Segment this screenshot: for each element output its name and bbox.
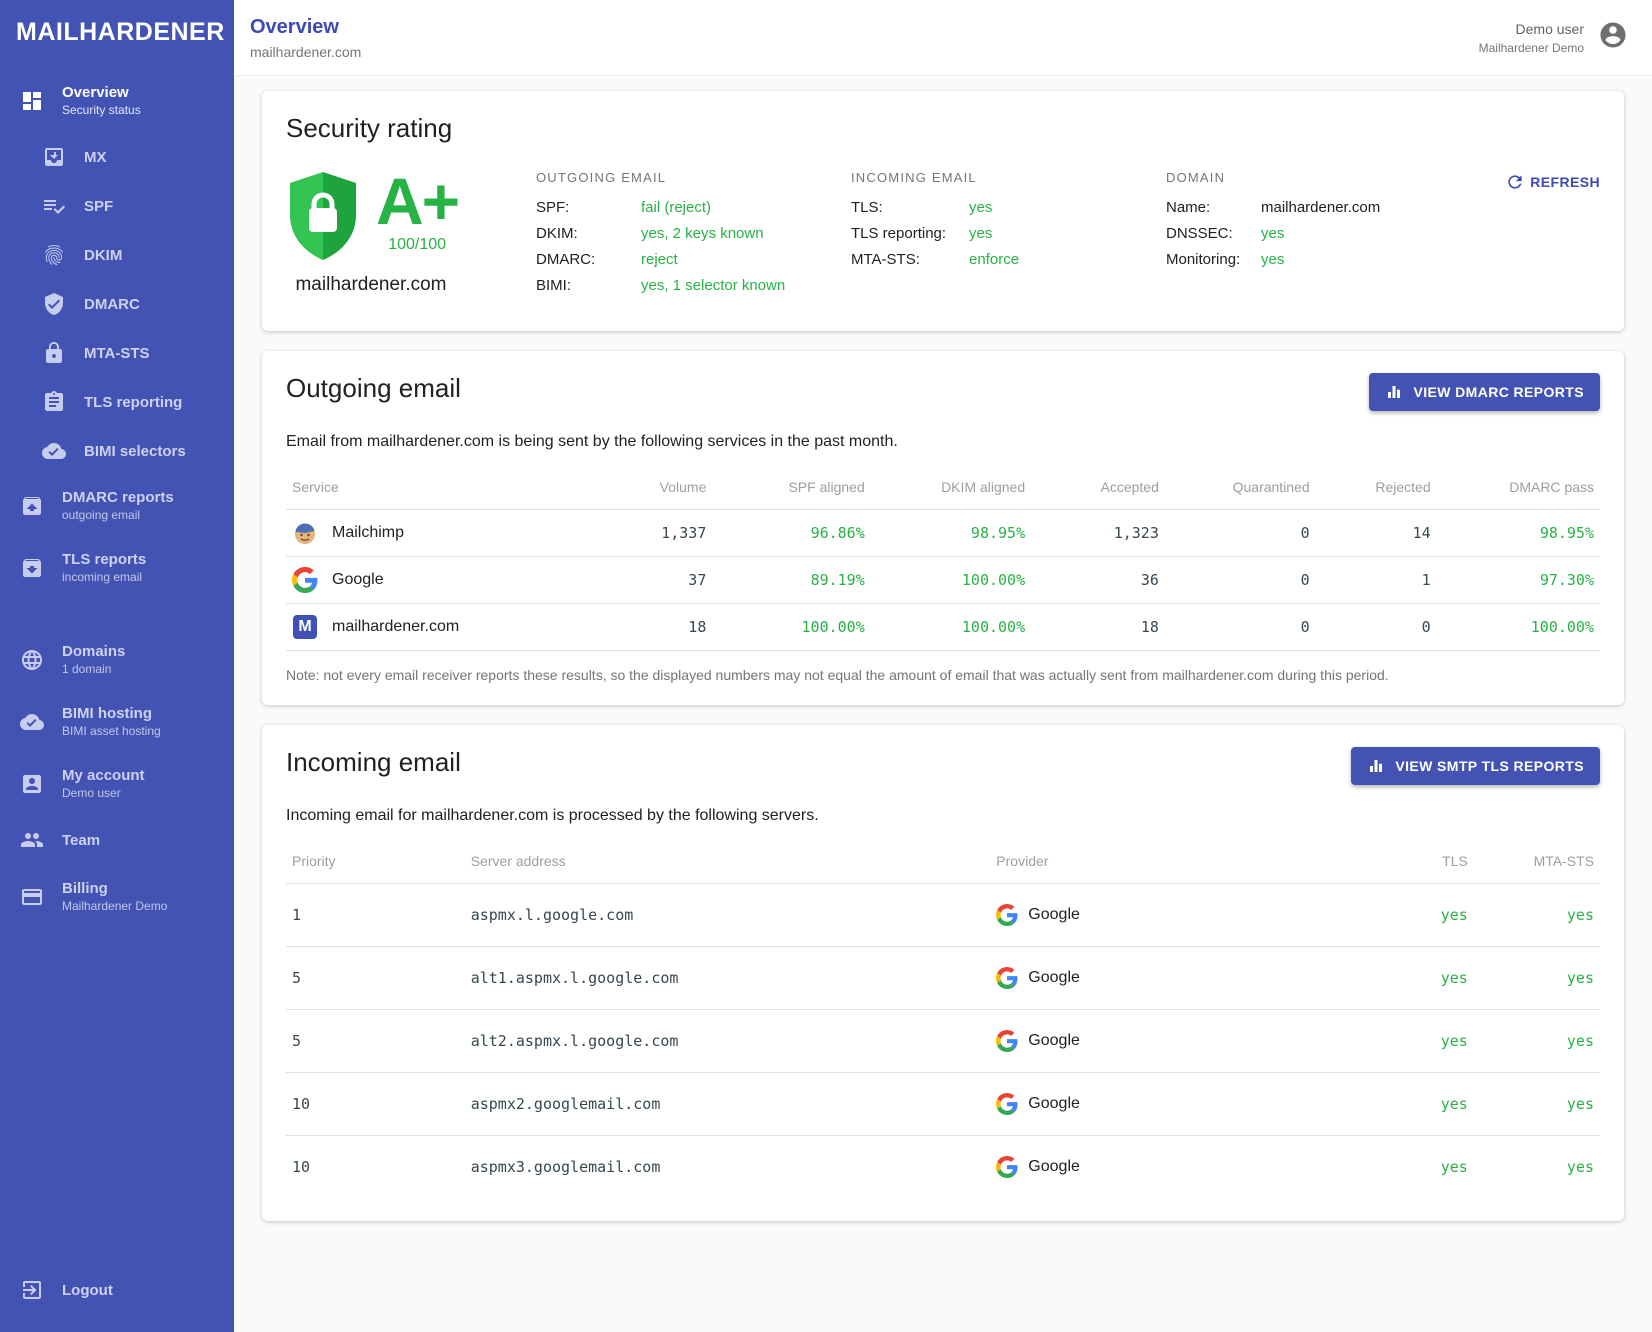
account-name: Mailhardener Demo: [1479, 40, 1584, 56]
google-icon: [996, 1156, 1018, 1178]
dnssec-status: yes: [1261, 225, 1284, 242]
dkim-status: yes, 2 keys known: [641, 225, 764, 242]
globe-icon: [20, 648, 44, 672]
security-rating-title: Security rating: [286, 113, 1600, 144]
domain-name: mailhardener.com: [1261, 199, 1380, 216]
sidebar-item-bimi-hosting[interactable]: BIMI hostingBIMI asset hosting: [0, 694, 234, 749]
sidebar-item-mta-sts[interactable]: MTA-STS: [0, 331, 234, 375]
shield-lock-icon: [286, 170, 360, 262]
security-rating-card: Security rating A+ 100/100: [262, 91, 1624, 331]
rating-domain: mailhardener.com: [286, 274, 456, 296]
sidebar-item-my-account[interactable]: My accountDemo user: [0, 756, 234, 811]
sidebar-item-logout[interactable]: Logout: [0, 1268, 234, 1312]
outgoing-header-row: Service Volume SPF aligned DKIM aligned …: [286, 469, 1600, 510]
people-icon: [20, 828, 44, 852]
playlist-check-icon: [42, 194, 66, 218]
outgoing-description: Email from mailhardener.com is being sen…: [286, 433, 1600, 451]
sidebar-item-overview[interactable]: OverviewSecurity status: [0, 73, 234, 128]
logout-icon: [20, 1278, 44, 1302]
sidebar-item-dmarc-reports[interactable]: DMARC reportsoutgoing email: [0, 478, 234, 533]
refresh-icon: [1505, 172, 1525, 192]
mailhardener-icon: M: [292, 614, 318, 640]
incoming-description: Incoming email for mailhardener.com is p…: [286, 807, 1600, 825]
sidebar-item-billing[interactable]: BillingMailhardener Demo: [0, 869, 234, 924]
mailchimp-icon: [292, 520, 318, 546]
mta-sts-status: enforce: [969, 251, 1019, 268]
table-row: Mailchimp 1,337 96.86% 98.95% 1,323 0 14…: [286, 510, 1600, 557]
rating-block: A+ 100/100 mailhardener.com: [286, 170, 536, 303]
cloud-check-icon: [42, 439, 66, 463]
domain-column: DOMAIN Name:mailhardener.com DNSSEC:yes …: [1166, 170, 1421, 303]
monitoring-status: yes: [1261, 251, 1284, 268]
google-icon: [292, 567, 318, 593]
main-area: Overview mailhardener.com Demo user Mail…: [234, 0, 1652, 1332]
sidebar-section-gap: [0, 602, 234, 632]
sidebar-nav: OverviewSecurity status MX SPF DKIM DMAR…: [0, 73, 234, 1312]
outgoing-email-card: Outgoing email VIEW DMARC REPORTS Email …: [262, 351, 1624, 705]
outgoing-note: Note: not every email receiver reports t…: [286, 651, 1600, 683]
sidebar: MAILHARDENER OverviewSecurity status MX …: [0, 0, 234, 1332]
avatar[interactable]: [1598, 20, 1628, 55]
dmarc-status: reject: [641, 251, 678, 268]
sidebar-item-bimi-selectors[interactable]: BIMI selectors: [0, 429, 234, 473]
inbox-download-icon: [42, 145, 66, 169]
fingerprint-icon: [42, 243, 66, 267]
sidebar-item-team[interactable]: Team: [0, 818, 234, 862]
view-smtp-tls-reports-button[interactable]: VIEW SMTP TLS REPORTS: [1351, 747, 1600, 785]
sidebar-item-tls-reporting[interactable]: TLS reporting: [0, 380, 234, 424]
google-icon: [996, 904, 1018, 926]
credit-card-icon: [20, 885, 44, 909]
content: Security rating A+ 100/100: [234, 76, 1652, 1269]
top-bar: Overview mailhardener.com Demo user Mail…: [234, 0, 1652, 76]
sidebar-item-domains[interactable]: Domains1 domain: [0, 632, 234, 687]
view-dmarc-reports-button[interactable]: VIEW DMARC REPORTS: [1369, 373, 1600, 411]
outbox-icon: [20, 494, 44, 518]
table-row: M mailhardener.com 18 100.00% 100.00% 18…: [286, 604, 1600, 651]
lock-icon: [42, 341, 66, 365]
table-row: 5 alt2.aspmx.l.google.com Google yes yes: [286, 1010, 1600, 1073]
incoming-email-title: Incoming email: [286, 747, 461, 778]
security-grade: A+: [376, 170, 458, 232]
google-icon: [996, 1030, 1018, 1052]
sidebar-item-mx[interactable]: MX: [0, 135, 234, 179]
page-subtitle: mailhardener.com: [250, 44, 361, 60]
outgoing-email-title: Outgoing email: [286, 373, 461, 404]
tls-reporting-status: yes: [969, 225, 992, 242]
bar-chart-icon: [1367, 757, 1385, 775]
incoming-email-card: Incoming email VIEW SMTP TLS REPORTS Inc…: [262, 725, 1624, 1221]
outgoing-email-column: OUTGOING EMAIL SPF:fail (reject) DKIM:ye…: [536, 170, 791, 303]
table-row: 10 aspmx2.googlemail.com Google yes yes: [286, 1073, 1600, 1136]
table-row: Google 37 89.19% 100.00% 36 0 1 97.30%: [286, 557, 1600, 604]
cloud-check-icon: [20, 710, 44, 734]
table-row: 5 alt1.aspmx.l.google.com Google yes yes: [286, 947, 1600, 1010]
bimi-status: yes, 1 selector known: [641, 277, 785, 294]
clipboard-icon: [42, 390, 66, 414]
sidebar-item-spf[interactable]: SPF: [0, 184, 234, 228]
user-name: Demo user: [1479, 20, 1584, 38]
outgoing-table: Service Volume SPF aligned DKIM aligned …: [286, 469, 1600, 650]
incoming-header-row: Priority Server address Provider TLS MTA…: [286, 843, 1600, 884]
table-row: 1 aspmx.l.google.com Google yes yes: [286, 884, 1600, 947]
security-score: 100/100: [388, 236, 446, 254]
google-icon: [996, 967, 1018, 989]
dashboard-icon: [20, 89, 44, 113]
incoming-table: Priority Server address Provider TLS MTA…: [286, 843, 1600, 1199]
app-logo: MAILHARDENER: [0, 18, 234, 73]
refresh-button[interactable]: REFRESH: [1505, 170, 1600, 194]
table-row: 10 aspmx3.googlemail.com Google yes yes: [286, 1136, 1600, 1199]
sidebar-item-tls-reports[interactable]: TLS reportsincoming email: [0, 540, 234, 595]
sidebar-item-dkim[interactable]: DKIM: [0, 233, 234, 277]
page-title: Overview: [250, 15, 361, 39]
incoming-email-column: INCOMING EMAIL TLS:yes TLS reporting:yes…: [851, 170, 1106, 303]
spf-status: fail (reject): [641, 199, 711, 216]
bar-chart-icon: [1385, 383, 1403, 401]
shield-check-icon: [42, 292, 66, 316]
sidebar-item-dmarc[interactable]: DMARC: [0, 282, 234, 326]
archive-down-icon: [20, 556, 44, 580]
google-icon: [996, 1093, 1018, 1115]
account-box-icon: [20, 772, 44, 796]
tls-status: yes: [969, 199, 992, 216]
